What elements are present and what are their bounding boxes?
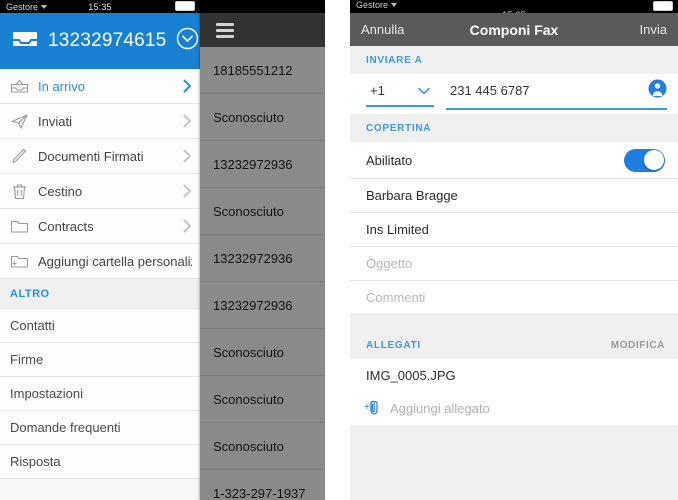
panel-divider <box>325 0 350 500</box>
fax-list-panel: 18185551212 Sconosciuto 13232972936 Scon… <box>200 0 325 500</box>
cover-enabled-toggle[interactable] <box>624 148 665 172</box>
section-title: ALLEGATI <box>366 339 421 351</box>
list-item[interactable]: Sconosciuto <box>200 329 325 376</box>
page-title: Componi Fax <box>469 21 559 38</box>
contact-person-icon[interactable] <box>648 79 667 103</box>
sidebar-item-domande-frequenti[interactable]: Domande frequenti <box>0 411 200 445</box>
sidebar-item-contracts[interactable]: Contracts <box>0 209 200 244</box>
battery-icon <box>653 1 673 11</box>
chevron-down-icon <box>418 82 430 100</box>
list-item[interactable]: Sconosciuto <box>200 188 325 235</box>
sidebar-item-label: Documenti Firmati <box>38 148 144 164</box>
sidebar-item-in-arrivo[interactable]: In arrivo <box>0 69 200 104</box>
country-code-select[interactable]: +1 <box>366 82 434 107</box>
sidebar-item-impostazioni[interactable]: Impostazioni <box>0 377 200 411</box>
status-bar-right: Gestore 15:35 <box>350 0 678 13</box>
battery-icon <box>175 1 195 11</box>
cover-enabled-row: Abilitato <box>350 142 678 179</box>
attachment-item[interactable]: IMG_0005.JPG <box>350 359 678 391</box>
chevron-down-circle-icon[interactable] <box>176 27 199 55</box>
folder-icon <box>9 216 29 236</box>
country-code-value: +1 <box>370 83 385 98</box>
sidebar-item-risposta[interactable]: Risposta <box>0 445 200 479</box>
compose-fax-panel: Gestore 15:35 Annulla Componi Fax Invia … <box>350 0 678 500</box>
trash-icon <box>9 181 29 201</box>
add-attachment-row[interactable]: + Aggiungi allegato <box>350 391 678 425</box>
carrier-label: Gestore <box>356 0 389 10</box>
account-header[interactable]: 13232974615 <box>0 13 200 69</box>
account-number: 13232974615 <box>48 30 167 51</box>
list-item[interactable]: Sconosciuto <box>200 423 325 470</box>
svg-text:+: + <box>364 402 370 413</box>
cover-field-subject[interactable]: Oggetto <box>350 247 678 281</box>
carrier-caret-icon <box>391 3 398 7</box>
list-item[interactable]: 13232972936 <box>200 282 325 329</box>
carrier-group: Gestore <box>350 0 678 10</box>
sidebar-item-label: Aggiungi cartella personalizzata <box>38 253 192 269</box>
sidebar-item-inviati[interactable]: Inviati <box>0 104 200 139</box>
add-attachment-label: Aggiungi allegato <box>390 400 490 416</box>
list-item[interactable]: 13232972936 <box>200 141 325 188</box>
status-bar-middle <box>200 0 325 13</box>
list-header <box>200 13 325 47</box>
sidebar-item-cestino[interactable]: Cestino <box>0 174 200 209</box>
inbox-tray-icon <box>12 29 38 54</box>
list-item[interactable]: 18185551212 <box>200 47 325 94</box>
chevron-right-icon <box>183 184 192 198</box>
list-item[interactable]: 1-323-297-1937 <box>200 470 325 500</box>
sidebar-panel: Gestore 15:35 13232974615 In arrivo Invi… <box>0 0 200 500</box>
section-title: INVIARE A <box>366 54 423 66</box>
list-item[interactable]: Sconosciuto <box>200 94 325 141</box>
inbox-tray-icon <box>9 76 29 96</box>
folder-plus-icon <box>9 251 29 271</box>
app-screenshot: Gestore 15:35 13232974615 In arrivo Invi… <box>0 0 678 500</box>
list-item[interactable]: 13232972936 <box>200 235 325 282</box>
section-header-inviare-a: INVIARE A <box>350 46 678 74</box>
cover-field-company[interactable]: Ins Limited <box>350 213 678 247</box>
sidebar-item-label: Cestino <box>38 183 83 199</box>
chevron-right-icon <box>183 219 192 233</box>
section-header-allegati: ALLEGATI MODIFICA <box>350 331 678 359</box>
sidebar-item-contatti[interactable]: Contatti <box>0 309 200 343</box>
compose-nav-bar: Annulla Componi Fax Invia <box>350 13 678 46</box>
toggle-knob <box>643 150 664 170</box>
sidebar-item-firme[interactable]: Firme <box>0 343 200 377</box>
status-bar-left: Gestore 15:35 <box>0 0 200 13</box>
hamburger-menu-icon[interactable] <box>216 22 234 38</box>
paperclip-plus-icon: + <box>364 398 382 419</box>
sidebar-item-aggiungi-cartella[interactable]: Aggiungi cartella personalizzata <box>0 244 200 279</box>
sidebar-item-label: Contracts <box>38 218 94 234</box>
section-header-copertina: COPERTINA <box>350 114 678 142</box>
recipient-row: +1 231 445 6787 <box>350 74 678 114</box>
chevron-right-icon <box>183 149 192 163</box>
status-time: 15:35 <box>88 2 112 12</box>
list-item[interactable]: Sconosciuto <box>200 376 325 423</box>
sidebar-item-label: Inviati <box>38 113 72 129</box>
section-title: COPERTINA <box>366 122 432 134</box>
cover-field-name[interactable]: Barbara Bragge <box>350 179 678 213</box>
edit-attachments-button[interactable]: MODIFICA <box>611 340 665 351</box>
phone-number-field[interactable]: 231 445 6787 <box>446 79 667 110</box>
sidebar-section-altro: ALTRO <box>0 279 200 309</box>
paper-plane-icon <box>9 111 29 131</box>
phone-number-value: 231 445 6787 <box>450 83 530 98</box>
cover-enabled-label: Abilitato <box>366 152 413 168</box>
chevron-right-icon <box>183 79 192 93</box>
folder-list: In arrivo Inviati Documenti Firmati Cest… <box>0 69 200 279</box>
sidebar-item-documenti-firmati[interactable]: Documenti Firmati <box>0 139 200 174</box>
sidebar-item-label: In arrivo <box>38 78 85 94</box>
cover-field-comments[interactable]: Commenti <box>350 281 678 315</box>
pen-icon <box>9 146 29 166</box>
send-button[interactable]: Invia <box>640 22 667 37</box>
section-spacer <box>350 315 678 331</box>
chevron-right-icon <box>183 114 192 128</box>
